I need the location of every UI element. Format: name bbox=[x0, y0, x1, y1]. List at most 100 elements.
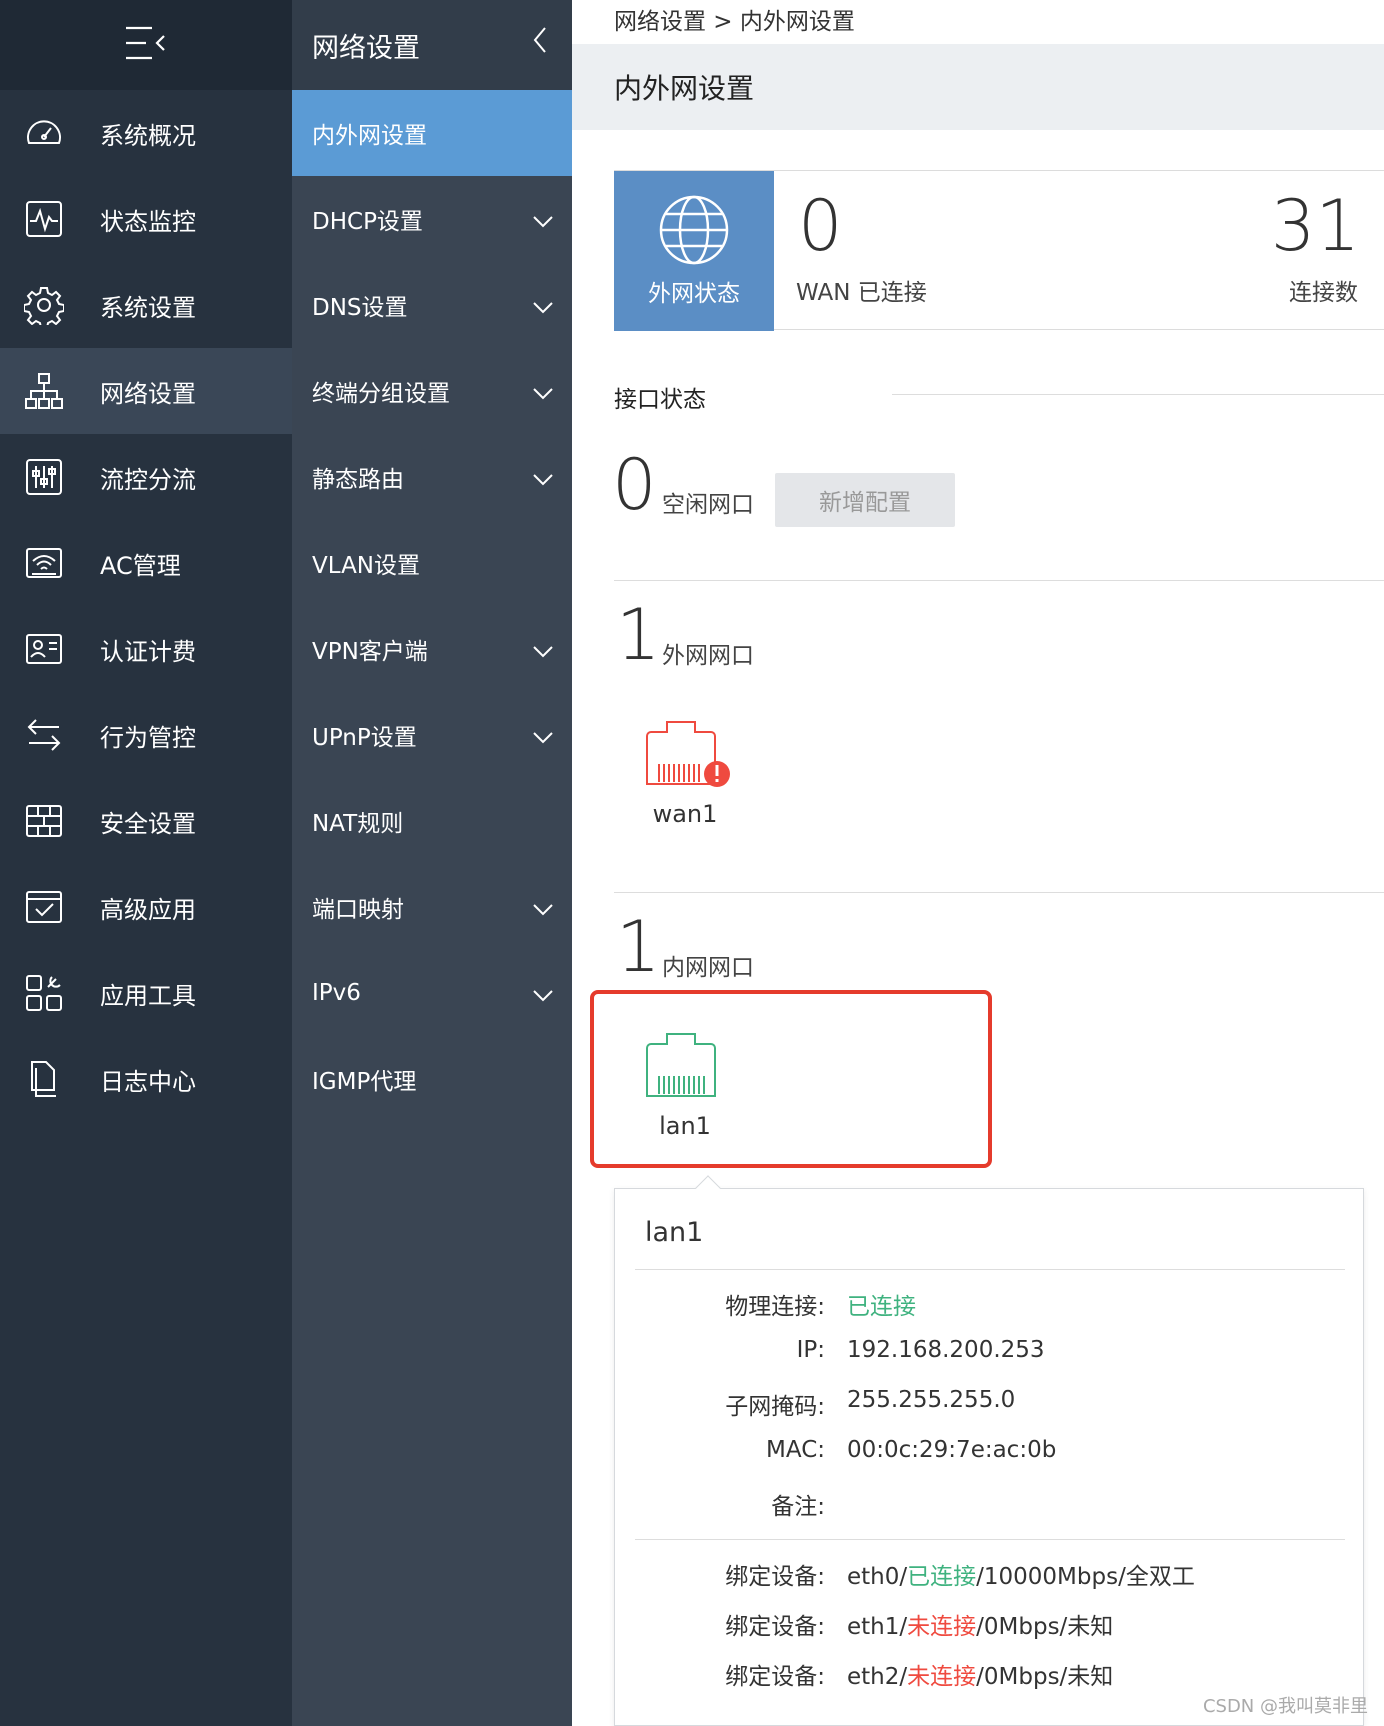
sidebar-item-advanced[interactable]: 高级应用 bbox=[0, 864, 292, 950]
detail-key: MAC: bbox=[766, 1437, 825, 1463]
chevron-down-icon bbox=[532, 381, 554, 407]
sidebar-item-flow-control[interactable]: 流控分流 bbox=[0, 434, 292, 520]
chevron-down-icon bbox=[532, 983, 554, 1009]
detail-value: 255.255.255.0 bbox=[847, 1387, 1016, 1413]
sidebar-item-logs[interactable]: 日志中心 bbox=[0, 1036, 292, 1122]
submenu-item-igmp[interactable]: IGMP代理 bbox=[292, 1036, 572, 1122]
detail-value: 已连接 bbox=[847, 1294, 916, 1320]
swap-arrows-icon bbox=[22, 713, 66, 757]
popover-arrow bbox=[695, 1175, 721, 1201]
submenu-item-static-route[interactable]: 静态路由 bbox=[292, 434, 572, 520]
chevron-down-icon bbox=[532, 209, 554, 235]
submenu-item-dhcp[interactable]: DHCP设置 bbox=[292, 176, 572, 262]
submenu-item-vlan[interactable]: VLAN设置 bbox=[292, 520, 572, 606]
submenu-item-upnp[interactable]: UPnP设置 bbox=[292, 692, 572, 778]
sidebar-item-label: 高级应用 bbox=[100, 895, 196, 924]
globe-icon bbox=[659, 195, 729, 265]
wan1-port[interactable]: wan1 bbox=[615, 718, 755, 828]
detail-value: eth2/未连接/0Mbps/未知 bbox=[847, 1657, 1113, 1691]
sidebar-item-label: 行为管控 bbox=[100, 723, 196, 752]
wan-status-tile-label: 外网状态 bbox=[648, 281, 740, 307]
submenu-item-wan-lan[interactable]: 内外网设置 bbox=[292, 90, 572, 176]
detail-key: 绑定设备: bbox=[725, 1664, 825, 1690]
detail-value: eth0/已连接/10000Mbps/全双工 bbox=[847, 1557, 1195, 1591]
submenu-item-label: IPv6 bbox=[312, 980, 361, 1006]
sidebar-item-network-settings[interactable]: 网络设置 bbox=[0, 348, 292, 434]
submenu-item-label: 终端分组设置 bbox=[312, 381, 450, 407]
wifi-icon bbox=[22, 541, 66, 585]
divider bbox=[614, 580, 1384, 581]
detail-value: 00:0c:29:7e:ac:0b bbox=[847, 1437, 1057, 1463]
idle-port-label: 空闲网口 bbox=[662, 492, 754, 518]
page-title-text: 内外网设置 bbox=[614, 72, 755, 105]
submenu-item-ipv6[interactable]: IPv6 bbox=[292, 950, 572, 1036]
add-config-button[interactable]: 新增配置 bbox=[775, 473, 955, 527]
submenu-item-vpn-client[interactable]: VPN客户端 bbox=[292, 606, 572, 692]
divider bbox=[614, 892, 1384, 893]
detail-row-binding: 绑定设备: eth1/未连接/0Mbps/未知 bbox=[615, 1607, 1365, 1647]
wan-connected-count: 0 bbox=[798, 185, 843, 267]
submenu-item-dns[interactable]: DNS设置 bbox=[292, 262, 572, 348]
detail-value: 192.168.200.253 bbox=[847, 1337, 1045, 1363]
detail-key: 子网掩码: bbox=[725, 1394, 825, 1420]
detail-key: IP: bbox=[796, 1337, 825, 1363]
wan-status-card: 外网状态 0 WAN 已连接 31 连接数 bbox=[614, 170, 1384, 331]
sidebar-item-overview[interactable]: 系统概况 bbox=[0, 90, 292, 176]
interface-status-title: 接口状态 bbox=[614, 387, 706, 413]
binding-state: 已连接 bbox=[907, 1564, 977, 1590]
sidebar-item-label: 流控分流 bbox=[100, 465, 196, 494]
sidebar-item-monitor[interactable]: 状态监控 bbox=[0, 176, 292, 262]
gear-icon bbox=[22, 283, 66, 327]
collapse-submenu-icon[interactable] bbox=[532, 26, 548, 61]
submenu-item-terminal-group[interactable]: 终端分组设置 bbox=[292, 348, 572, 434]
submenu-item-port-mapping[interactable]: 端口映射 bbox=[292, 864, 572, 950]
lan-port-label: 内网网口 bbox=[662, 955, 754, 981]
sidebar-item-system-settings[interactable]: 系统设置 bbox=[0, 262, 292, 348]
submenu-item-nat[interactable]: NAT规则 bbox=[292, 778, 572, 864]
submenu-item-label: VPN客户端 bbox=[312, 639, 428, 665]
document-icon bbox=[22, 1057, 66, 1101]
submenu-item-label: UPnP设置 bbox=[312, 725, 417, 751]
binding-speed: /0Mbps/未知 bbox=[976, 1664, 1114, 1690]
binding-speed: /10000Mbps/全双工 bbox=[976, 1564, 1195, 1590]
binding-device: eth1/ bbox=[847, 1614, 908, 1640]
main-content: 网络设置 > 内外网设置 内外网设置 外网状态 0 WAN 已连接 31 连接数… bbox=[572, 0, 1384, 1726]
sidebar-item-tools[interactable]: 应用工具 bbox=[0, 950, 292, 1036]
detail-row-binding: 绑定设备: eth0/已连接/10000Mbps/全双工 bbox=[615, 1557, 1365, 1597]
submenu-item-label: 内外网设置 bbox=[312, 123, 427, 149]
sidebar-item-label: AC管理 bbox=[100, 551, 181, 580]
checklist-icon bbox=[22, 885, 66, 929]
port-detail-popover: lan1 物理连接: 已连接 IP: 192.168.200.253 子网掩码:… bbox=[614, 1175, 1365, 1726]
id-card-icon bbox=[22, 627, 66, 671]
wan-status-tile[interactable]: 外网状态 bbox=[614, 171, 774, 331]
detail-row-note: 备注: bbox=[615, 1487, 1365, 1527]
lan-port-count: 1 bbox=[616, 906, 661, 988]
divider bbox=[635, 1539, 1345, 1540]
divider bbox=[892, 394, 1384, 395]
connections-count: 31 bbox=[1270, 185, 1360, 267]
dashboard-icon bbox=[22, 111, 66, 155]
submenu-item-label: DHCP设置 bbox=[312, 209, 423, 235]
sidebar-item-security[interactable]: 安全设置 bbox=[0, 778, 292, 864]
firewall-icon bbox=[22, 799, 66, 843]
detail-key: 备注: bbox=[771, 1494, 825, 1520]
sidebar-item-label: 系统设置 bbox=[100, 293, 196, 322]
submenu-title: 网络设置 bbox=[292, 0, 572, 90]
chevron-down-icon bbox=[532, 725, 554, 751]
wan1-port-label: wan1 bbox=[652, 800, 718, 828]
chevron-down-icon bbox=[532, 639, 554, 665]
binding-speed: /0Mbps/未知 bbox=[976, 1614, 1114, 1640]
sidebar-item-ac-management[interactable]: AC管理 bbox=[0, 520, 292, 606]
collapse-menu-icon[interactable] bbox=[124, 24, 168, 66]
sidebar-item-behavior-control[interactable]: 行为管控 bbox=[0, 692, 292, 778]
submenu-title-text: 网络设置 bbox=[312, 32, 420, 64]
detail-row-physical: 物理连接: 已连接 bbox=[615, 1287, 1365, 1327]
network-icon bbox=[22, 369, 66, 413]
sidebar-item-label: 网络设置 bbox=[100, 379, 196, 408]
main-sidebar: 系统概况 状态监控 系统设置 网络设置 流控分流 AC管理 认证计费 行为管控 … bbox=[0, 0, 292, 1726]
popover-title: lan1 bbox=[645, 1217, 704, 1248]
binding-device: eth0/ bbox=[847, 1564, 908, 1590]
submenu-item-label: IGMP代理 bbox=[312, 1069, 417, 1095]
app-window: 系统概况 状态监控 系统设置 网络设置 流控分流 AC管理 认证计费 行为管控 … bbox=[0, 0, 1384, 1726]
sidebar-item-auth-billing[interactable]: 认证计费 bbox=[0, 606, 292, 692]
